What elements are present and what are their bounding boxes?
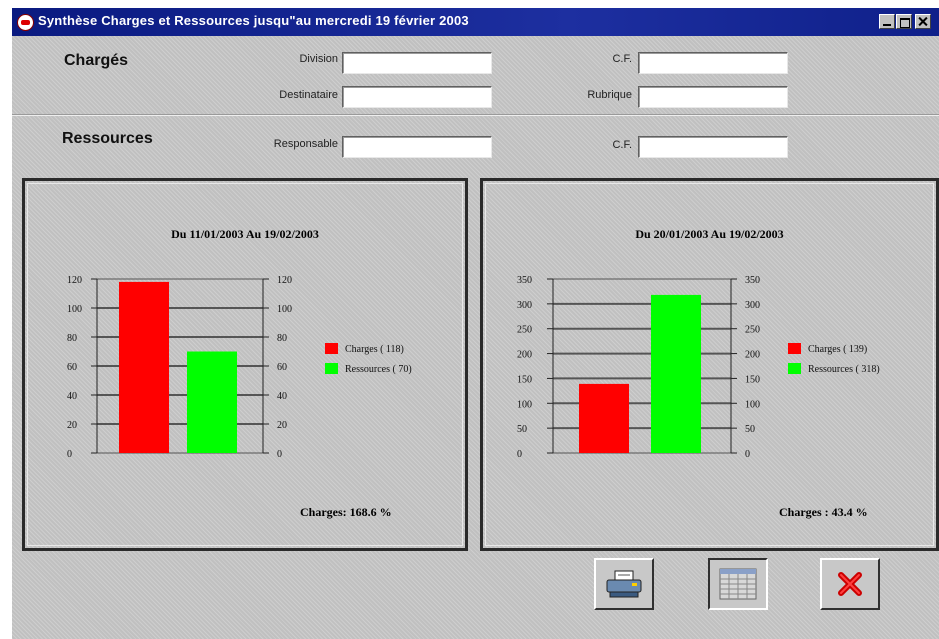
printer-icon [606, 570, 642, 598]
legend-swatch [325, 363, 338, 374]
y2-tick-label: 350 [745, 275, 760, 286]
red-x-icon [838, 572, 862, 596]
y2-tick-label: 150 [745, 374, 760, 385]
chart-1-svg: 0 0 20 20 40 40 60 60 80 80 100 100 120 120 Charges ( … [67, 275, 412, 460]
legend-label: Ressources ( 70) [345, 364, 412, 375]
rubrique-label: Rubrique [587, 89, 632, 101]
cf-charges-label: C.F. [612, 53, 632, 65]
y-tick-label: 40 [67, 391, 77, 402]
section-separator [12, 114, 939, 116]
chart-2-svg: 0 0 50 50 100 100 150 150 200 200 250 250 300 300 350 3… [517, 275, 880, 460]
cf-ressources-field[interactable] [638, 136, 788, 158]
destinataire-label: Destinataire [279, 89, 338, 101]
y-tick-label: 120 [67, 275, 82, 286]
y2-tick-label: 250 [745, 325, 760, 336]
y-tick-label: 300 [517, 300, 532, 311]
y2-tick-label: 20 [277, 420, 287, 431]
maximize-button[interactable] [896, 14, 912, 29]
responsable-field[interactable] [342, 136, 492, 158]
cf-charges-field[interactable] [638, 52, 788, 74]
y-tick-label: 100 [517, 399, 532, 410]
chart-1-summary: Charges: 168.6 % [300, 505, 392, 519]
ressources-heading: Ressources [62, 130, 153, 147]
y-tick-label: 350 [517, 275, 532, 286]
y-tick-label: 200 [517, 350, 532, 361]
legend-label: Charges ( 139) [808, 344, 867, 355]
title-bar[interactable]: Synthèse Charges et Ressources jusqu"au … [12, 8, 939, 36]
minimize-button[interactable] [879, 14, 895, 29]
y-tick-label: 50 [517, 424, 527, 435]
y2-tick-label: 0 [745, 449, 750, 460]
y2-tick-label: 100 [745, 399, 760, 410]
y-tick-label: 80 [67, 333, 77, 344]
chart-panel-1: Du 11/01/2003 Au 19/02/2003 0 0 20 20 40 40 60… [22, 178, 468, 551]
y-tick-label: 20 [67, 420, 77, 431]
y-tick-label: 0 [517, 449, 522, 460]
chart-panel-2: Du 20/01/2003 Au 19/02/2003 0 0 50 50 100 100… [480, 178, 939, 551]
legend-label: Charges ( 118) [345, 344, 404, 355]
y2-tick-label: 120 [277, 275, 292, 286]
y2-tick-label: 80 [277, 333, 287, 344]
window-title: Synthèse Charges et Ressources jusqu"au … [38, 13, 469, 28]
spreadsheet-icon [719, 568, 757, 600]
y2-tick-label: 0 [277, 449, 282, 460]
bar-0 [579, 383, 629, 453]
division-field[interactable] [342, 52, 492, 74]
division-label: Division [299, 53, 338, 65]
chart-2-summary: Charges : 43.4 % [779, 505, 868, 519]
y-tick-label: 250 [517, 325, 532, 336]
legend-swatch [325, 343, 338, 354]
y-tick-label: 150 [517, 374, 532, 385]
bar-1 [651, 294, 701, 453]
y2-tick-label: 40 [277, 391, 287, 402]
legend-swatch [788, 343, 801, 354]
y2-tick-label: 60 [277, 362, 287, 373]
rubrique-field[interactable] [638, 86, 788, 108]
charges-heading: Chargés [64, 52, 129, 69]
destinataire-field[interactable] [342, 86, 492, 108]
bar-1 [187, 351, 237, 453]
bar-0 [119, 281, 169, 453]
table-view-button[interactable] [708, 558, 768, 610]
y2-tick-label: 50 [745, 424, 755, 435]
y-tick-label: 100 [67, 304, 82, 315]
close-window-button[interactable] [915, 14, 931, 29]
app-icon[interactable] [17, 14, 34, 31]
y-tick-label: 60 [67, 362, 77, 373]
print-button[interactable] [594, 558, 654, 610]
synthese-window: Synthèse Charges et Ressources jusqu"au … [12, 8, 939, 639]
y2-tick-label: 200 [745, 350, 760, 361]
cf-ressources-label: C.F. [612, 139, 632, 151]
y2-tick-label: 300 [745, 300, 760, 311]
y-tick-label: 0 [67, 449, 72, 460]
responsable-label: Responsable [273, 138, 338, 150]
legend-swatch [788, 363, 801, 374]
y2-tick-label: 100 [277, 304, 292, 315]
legend-label: Ressources ( 318) [808, 364, 880, 375]
close-button[interactable] [820, 558, 880, 610]
